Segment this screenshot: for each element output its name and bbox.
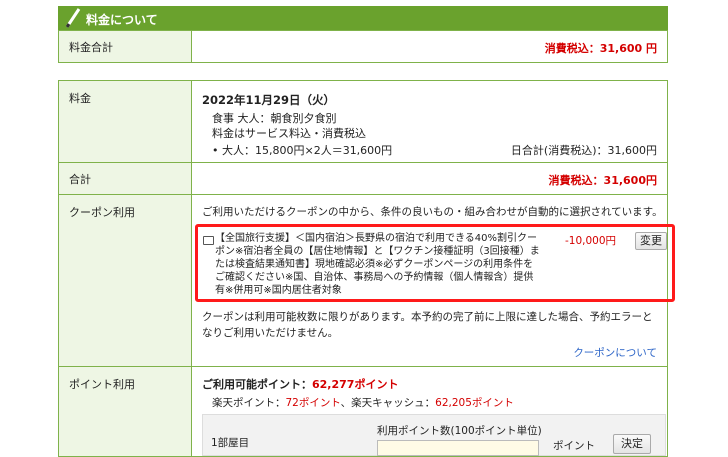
points-input[interactable] [377,440,539,456]
available-points-value: 62,277ポイント [312,378,399,391]
points-unit: ポイント [553,440,595,452]
coupon-item-line: ご確認ください※国、自治体、事務局への予約情報（個人情報含）提供 [215,272,534,283]
coupon-item-line: 有※併用可※国内居住者対象 [215,285,342,296]
fee-tax-note: 料金はサービス料込・消費税込 [212,127,366,140]
points-breakdown: 楽天ポイント：72ポイント、楽天キャッシュ：62,205ポイント [212,395,514,410]
rakuten-point-value: 72ポイント [285,397,341,409]
detail-table: 料金 2022年11月29日（火） 食事 大人：朝食別夕食別 料金はサービス料込… [58,80,675,457]
confirm-points-button[interactable]: 決定 [613,434,651,454]
rakuten-cash-label: 、楽天キャッシュ： [340,397,436,409]
total-value: 消費税込：31,600 円 [544,42,657,55]
sum-cell: 消費税込：31,600円 [191,162,668,195]
coupon-note-2: なりご利用いただけません。 [202,327,339,339]
sum-value: 消費税込：31,600円 [548,174,657,187]
coupon-label: クーポン利用 [58,194,192,367]
fee-meal: 食事 大人：朝食別夕食別 [212,112,337,125]
points-cell: ご利用可能ポイント：62,277ポイント 楽天ポイント：72ポイント、楽天キャッ… [191,366,668,457]
total-cell: 消費税込：31,600 円 [191,30,668,63]
ticket-icon [203,236,214,245]
coupon-cell: ご利用いただけるクーポンの中から、条件の良いもの・組み合わせが自動的に選択されて… [191,194,675,367]
rakuten-cash-value: 62,205ポイント [435,397,514,409]
section-title: 料金について [86,13,158,27]
sum-label: 合計 [58,162,192,195]
coupon-about-link[interactable]: クーポンについて [573,345,657,360]
rakuten-point-label: 楽天ポイント： [212,397,286,409]
available-points-label: ご利用可能ポイント： [202,378,312,391]
coupon-note-1: クーポンは利用可能枚数に限りがあります。本予約の完了前に上限に達した場合、予約エ… [202,311,653,323]
coupon-discount: -10,000円 [565,235,617,247]
section-header: 料金について [58,6,668,30]
fee-date: 2022年11月29日（火） [202,93,336,107]
points-input-label: 利用ポイント数(100ポイント単位) [377,425,542,437]
coupon-highlight: 【全国旅行支援】＜国内宿泊＞長野県の宿泊で利用できる40%割引クー ポン※宿泊者… [195,224,675,302]
fee-label: 料金 [58,80,192,163]
total-table: 料金合計 消費税込：31,600 円 [58,30,668,63]
change-coupon-button[interactable]: 変更 [635,232,667,250]
points-label: ポイント利用 [58,366,192,457]
available-points: ご利用可能ポイント：62,277ポイント [202,376,398,392]
fee-breakdown: • 大人：15,800円×2人＝31,600円 [212,144,393,157]
coupon-item-line: 【全国旅行支援】＜国内宿泊＞長野県の宿泊で利用できる40%割引クー [215,233,538,244]
room-label: 1部屋目 [211,437,250,449]
total-label: 料金合計 [58,30,192,63]
coupon-item-line: ポン※宿泊者全員の【居住地情報】と【ワクチン接種証明（3回接種）ま [215,246,540,257]
pen-icon [65,8,81,28]
coupon-intro: ご利用いただけるクーポンの中から、条件の良いもの・組み合わせが自動的に選択されて… [202,206,663,218]
fee-cell: 2022年11月29日（火） 食事 大人：朝食別夕食別 料金はサービス料込・消費… [191,80,668,163]
fee-day-total: 日合計(消費税込)：31,600円 [510,144,657,157]
coupon-item: 【全国旅行支援】＜国内宿泊＞長野県の宿泊で利用できる40%割引クー ポン※宿泊者… [215,232,575,297]
coupon-item-line: たは検査結果通知書】現地確認必須※必ずクーポンページの利用条件を [215,259,534,270]
